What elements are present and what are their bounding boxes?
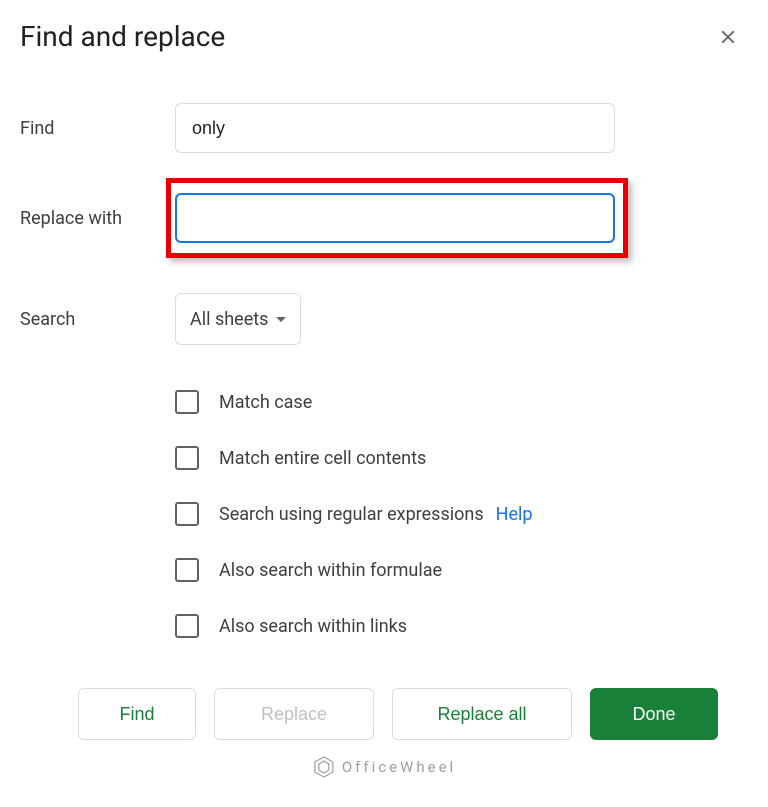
- replace-all-button[interactable]: Replace all: [392, 688, 572, 740]
- search-scope-value: All sheets: [190, 309, 268, 330]
- dialog-title: Find and replace: [20, 20, 225, 53]
- match-entire-label: Match entire cell contents: [219, 448, 426, 469]
- replace-button[interactable]: Replace: [214, 688, 374, 740]
- formulae-label: Also search within formulae: [219, 560, 442, 581]
- chevron-down-icon: [276, 317, 286, 322]
- links-label: Also search within links: [219, 616, 407, 637]
- find-input[interactable]: [175, 103, 615, 153]
- regex-checkbox[interactable]: [175, 502, 199, 526]
- watermark: OfficeWheel: [312, 755, 456, 779]
- search-scope-dropdown[interactable]: All sheets: [175, 293, 301, 345]
- replace-input[interactable]: [175, 193, 615, 243]
- formulae-checkbox[interactable]: [175, 558, 199, 582]
- match-entire-checkbox[interactable]: [175, 446, 199, 470]
- match-case-checkbox[interactable]: [175, 390, 199, 414]
- links-checkbox[interactable]: [175, 614, 199, 638]
- match-case-label: Match case: [219, 392, 312, 413]
- regex-help-link[interactable]: Help: [496, 504, 533, 525]
- replace-with-label: Replace with: [20, 208, 175, 229]
- done-button[interactable]: Done: [590, 688, 718, 740]
- close-icon[interactable]: [716, 25, 740, 49]
- office-wheel-icon: [312, 755, 336, 779]
- search-label: Search: [20, 309, 175, 330]
- regex-label: Search using regular expressionsHelp: [219, 504, 533, 525]
- find-label: Find: [20, 118, 175, 139]
- find-button[interactable]: Find: [78, 688, 196, 740]
